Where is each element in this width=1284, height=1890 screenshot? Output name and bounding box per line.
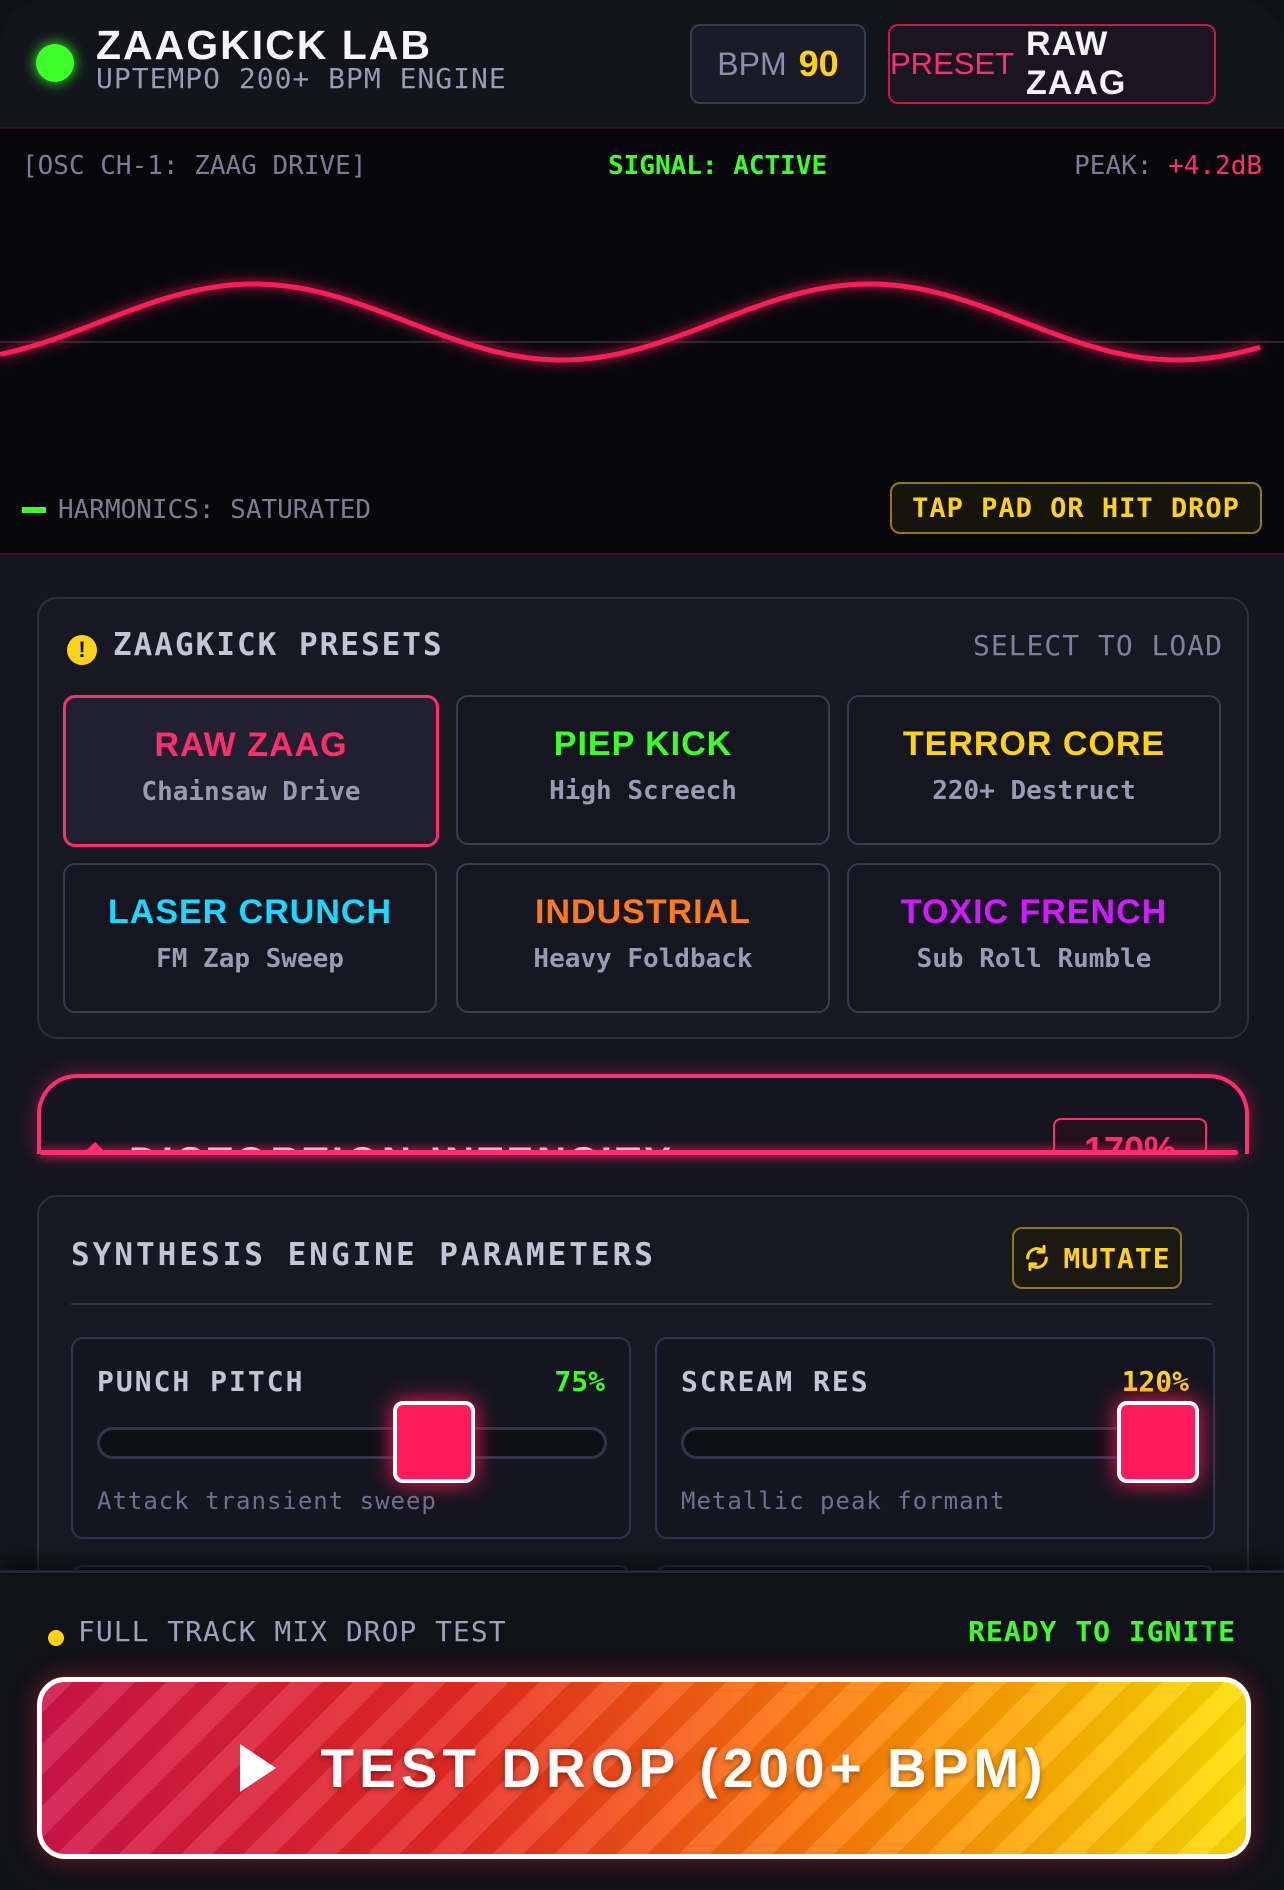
ready-status: READY TO IGNITE <box>968 1615 1236 1648</box>
preset-name: INDUSTRIAL <box>535 893 751 931</box>
presets-panel: ! ZAAGKICK PRESETS SELECT TO LOAD RAW ZA… <box>37 597 1249 1039</box>
preset-card-industrial[interactable]: INDUSTRIAL Heavy Foldback <box>456 863 830 1013</box>
param-value: 120% <box>1121 1365 1189 1398</box>
preset-desc: Chainsaw Drive <box>141 777 361 807</box>
oscilloscope-panel[interactable]: [OSC CH-1: ZAAG DRIVE] SIGNAL: ACTIVE PE… <box>0 129 1284 555</box>
waveform-trace <box>0 281 1261 363</box>
param-desc: Metallic peak formant <box>681 1487 1006 1515</box>
harmonics-label: HARMONICS: SATURATED <box>58 495 372 525</box>
mutate-button[interactable]: MUTATE <box>1012 1227 1182 1289</box>
signal-status: SIGNAL: ACTIVE <box>608 151 828 181</box>
preset-card-raw-zaag[interactable]: RAW ZAAG Chainsaw Drive <box>63 695 439 847</box>
tap-pad-hint[interactable]: TAP PAD OR HIT DROP <box>890 482 1262 534</box>
bpm-label: BPM <box>717 45 787 82</box>
slider-handle[interactable] <box>1117 1401 1199 1483</box>
preset-desc: High Screech <box>549 776 737 806</box>
peak-readout: PEAK: +4.2dB <box>1074 151 1262 181</box>
param-name: SCREAM RES <box>681 1365 870 1398</box>
preset-card-laser-crunch[interactable]: LASER CRUNCH FM Zap Sweep <box>63 863 437 1013</box>
preset-desc: 220+ Destruct <box>932 776 1136 806</box>
presets-title: ZAAGKICK PRESETS <box>113 627 444 663</box>
test-drop-button[interactable]: TEST DROP (200+ BPM) <box>37 1677 1251 1859</box>
divider <box>71 1303 1213 1305</box>
preset-name: TERROR CORE <box>902 725 1166 763</box>
preset-desc: FM Zap Sweep <box>156 944 344 974</box>
peak-label: PEAK: <box>1074 151 1153 181</box>
app-header: ZAAGKICK LAB UPTEMPO 200+ BPM ENGINE BPM… <box>0 0 1284 129</box>
distortion-panel-edge <box>40 1150 1238 1155</box>
alert-icon: ! <box>67 635 97 665</box>
preset-label: PRESET <box>890 46 1015 81</box>
preset-name: LASER CRUNCH <box>108 893 392 931</box>
mutate-label: MUTATE <box>1063 1241 1171 1275</box>
slider-track[interactable] <box>97 1427 607 1459</box>
harmonics-readout: HARMONICS: SATURATED <box>22 495 371 525</box>
preset-card-piep-kick[interactable]: PIEP KICK High Screech <box>456 695 830 845</box>
indicator-dot-icon <box>48 1630 64 1646</box>
test-drop-label: TEST DROP (200+ BPM) <box>320 1737 1048 1799</box>
preset-name: PIEP KICK <box>553 725 733 763</box>
preset-card-toxic-french[interactable]: TOXIC FRENCH Sub Roll Rumble <box>847 863 1221 1013</box>
preset-desc: Heavy Foldback <box>533 944 753 974</box>
preset-desc: Sub Roll Rumble <box>916 944 1152 974</box>
bpm-display[interactable]: BPM 90 <box>690 24 866 104</box>
drop-test-bar: FULL TRACK MIX DROP TEST READY TO IGNITE… <box>0 1570 1284 1890</box>
distortion-value: 170% <box>1053 1118 1207 1154</box>
distortion-panel[interactable]: DISTORTION INTENSITY 170% <box>37 1074 1249 1154</box>
param-scream-res: SCREAM RES 120% Metallic peak formant <box>655 1337 1215 1539</box>
param-desc: Attack transient sweep <box>97 1487 437 1515</box>
preset-name: TOXIC FRENCH <box>900 893 1168 931</box>
synthesis-title: SYNTHESIS ENGINE PARAMETERS <box>71 1237 656 1273</box>
presets-hint: SELECT TO LOAD <box>972 629 1223 662</box>
param-name: PUNCH PITCH <box>97 1365 305 1398</box>
app-frame: ZAAGKICK LAB UPTEMPO 200+ BPM ENGINE BPM… <box>0 0 1284 1890</box>
app-subtitle: UPTEMPO 200+ BPM ENGINE <box>96 62 507 95</box>
param-punch-pitch: PUNCH PITCH 75% Attack transient sweep <box>71 1337 631 1539</box>
peak-value: +4.2dB <box>1168 151 1262 181</box>
refresh-icon <box>1026 1244 1049 1272</box>
slider-track[interactable] <box>681 1427 1191 1459</box>
preset-value: RAW ZAAG <box>1026 25 1127 102</box>
harmonics-indicator-icon <box>22 507 46 513</box>
bpm-value: 90 <box>798 43 839 84</box>
preset-name: RAW ZAAG <box>154 726 348 764</box>
param-value: 75% <box>554 1365 605 1398</box>
status-led-icon <box>36 44 74 82</box>
current-preset-display[interactable]: PRESET RAW ZAAG <box>888 24 1216 104</box>
slider-handle[interactable] <box>392 1401 475 1483</box>
drop-test-label: FULL TRACK MIX DROP TEST <box>78 1615 507 1648</box>
play-icon <box>240 1744 277 1792</box>
scope-channel-label: [OSC CH-1: ZAAG DRIVE] <box>22 151 367 181</box>
preset-card-terror-core[interactable]: TERROR CORE 220+ Destruct <box>847 695 1221 845</box>
